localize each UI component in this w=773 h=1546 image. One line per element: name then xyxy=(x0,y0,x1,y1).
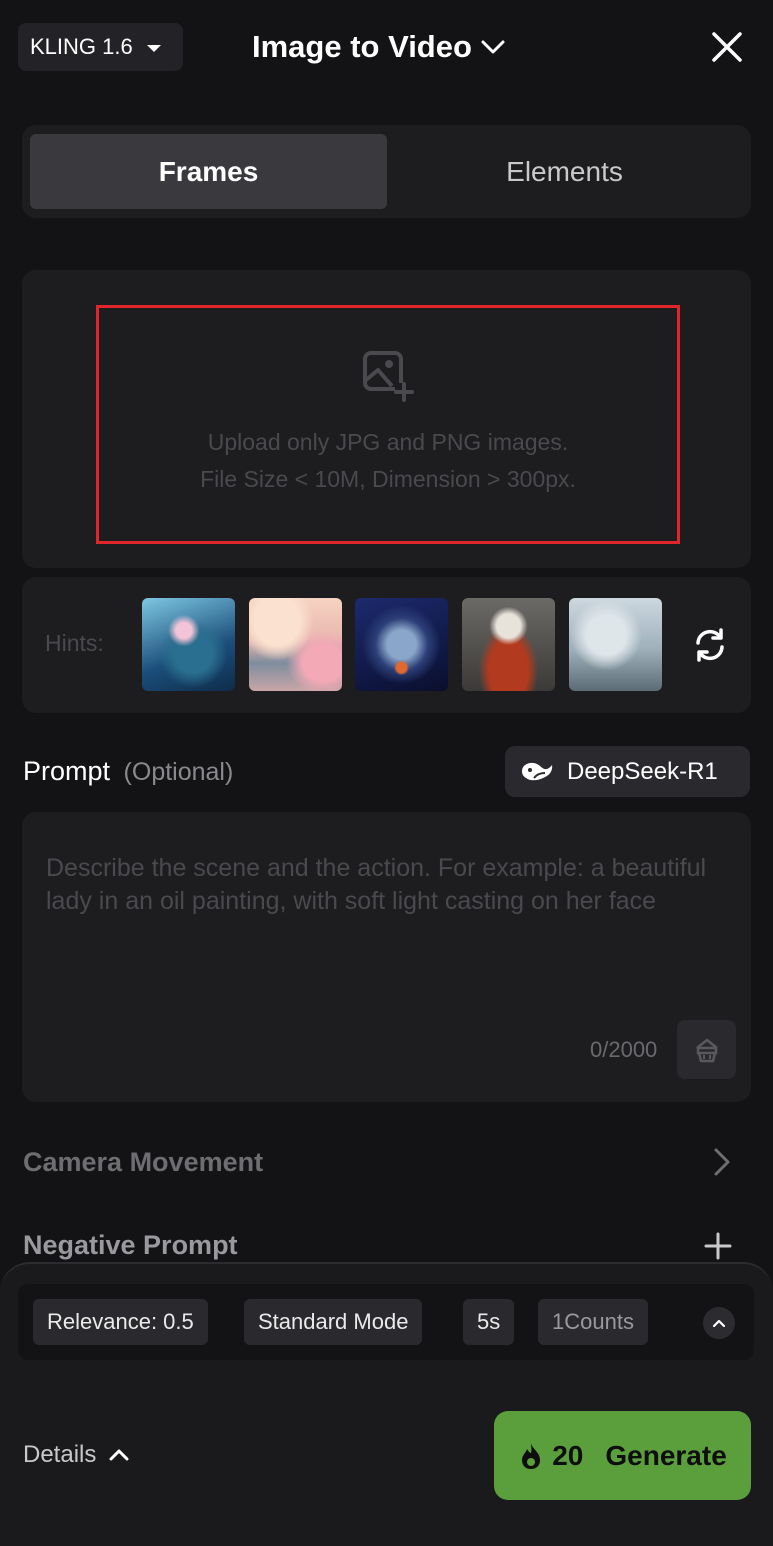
model-label: KLING 1.6 xyxy=(30,34,133,59)
deepseek-button[interactable]: DeepSeek-R1 xyxy=(505,746,750,797)
chevron-right-icon xyxy=(714,1148,730,1176)
tab-frames[interactable]: Frames xyxy=(30,134,387,209)
upload-instructions: Upload only JPG and PNG images. File Siz… xyxy=(200,424,576,498)
relevance-chip[interactable]: Relevance: 0.5 xyxy=(33,1299,208,1345)
prompt-optional-label: (Optional) xyxy=(123,758,234,786)
counts-chip[interactable]: 1Counts xyxy=(538,1299,648,1345)
hint-thumbnail[interactable] xyxy=(569,598,662,691)
duration-chip[interactable]: 5s xyxy=(463,1299,515,1345)
hint-thumbnail[interactable] xyxy=(462,598,555,691)
tab-elements[interactable]: Elements xyxy=(386,134,743,209)
expand-options-button[interactable] xyxy=(703,1307,735,1339)
details-toggle[interactable]: Details xyxy=(23,1441,130,1469)
flame-icon xyxy=(522,1442,541,1469)
close-icon[interactable] xyxy=(708,28,746,66)
deepseek-label: DeepSeek-R1 xyxy=(567,757,718,785)
hints-label: Hints: xyxy=(45,630,104,656)
clear-prompt-button[interactable] xyxy=(677,1020,736,1079)
refresh-icon[interactable] xyxy=(691,626,729,664)
negative-prompt-row[interactable]: Negative Prompt xyxy=(23,1230,733,1261)
prompt-title: Prompt xyxy=(23,756,111,786)
camera-movement-title: Camera Movement xyxy=(23,1146,264,1177)
credit-cost: 20 xyxy=(552,1439,584,1471)
upload-dropzone[interactable]: Upload only JPG and PNG images. File Siz… xyxy=(96,305,680,544)
upload-line-2: File Size < 10M, Dimension > 300px. xyxy=(200,466,576,492)
page-title: Image to Video xyxy=(252,29,472,64)
prompt-placeholder: Describe the scene and the action. For e… xyxy=(46,854,707,915)
prompt-label: Prompt (Optional) xyxy=(23,756,233,787)
mode-chip[interactable]: Standard Mode xyxy=(244,1299,423,1345)
page-title-dropdown[interactable]: Image to Video xyxy=(252,27,506,67)
camera-movement-row[interactable]: Camera Movement xyxy=(23,1146,733,1178)
hint-thumbnail[interactable] xyxy=(142,598,235,691)
details-label: Details xyxy=(23,1441,97,1468)
chevron-down-icon xyxy=(481,40,505,54)
eraser-icon xyxy=(695,1038,718,1062)
negative-prompt-title: Negative Prompt xyxy=(23,1230,238,1260)
caret-down-icon xyxy=(146,44,161,52)
hint-thumbnail[interactable] xyxy=(249,598,342,691)
plus-icon xyxy=(704,1232,732,1259)
char-counter: 0/2000 xyxy=(590,1037,658,1062)
generate-button[interactable]: 20 Generate xyxy=(494,1411,751,1500)
upload-line-1: Upload only JPG and PNG images. xyxy=(207,429,569,455)
chevron-up-icon xyxy=(712,1319,726,1328)
whale-icon xyxy=(522,762,553,780)
hint-thumbnail[interactable] xyxy=(355,598,448,691)
image-to-video-screen: KLING 1.6 Image to Video Frames Elements… xyxy=(0,0,773,1546)
generate-label: Generate xyxy=(605,1439,727,1471)
chevron-up-icon xyxy=(109,1449,129,1461)
mode-tabs: Frames Elements xyxy=(22,125,751,218)
image-add-icon xyxy=(363,351,414,402)
model-selector[interactable]: KLING 1.6 xyxy=(18,23,183,71)
